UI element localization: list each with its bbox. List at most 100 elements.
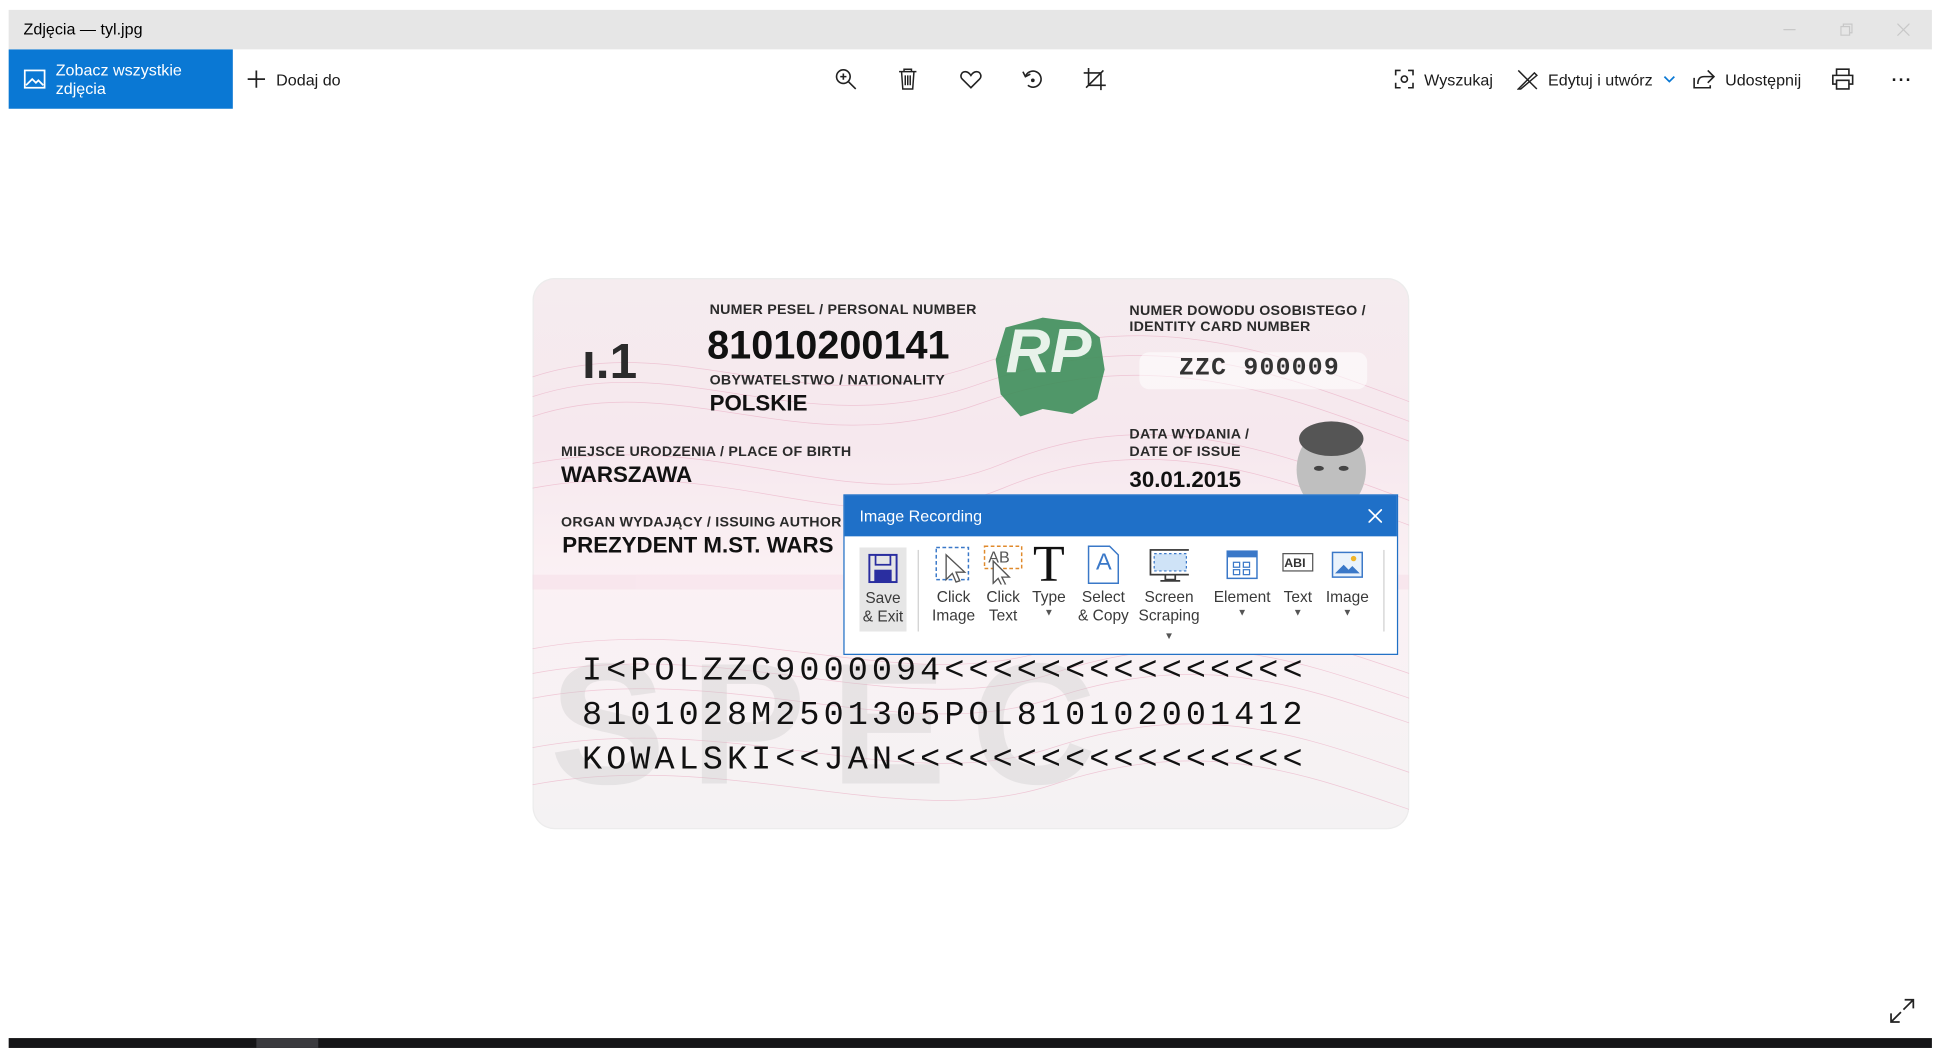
close-icon — [1897, 23, 1910, 36]
title-bar: Zdjęcia — tyl.jpg — [8, 9, 1932, 50]
mrz-line-3: KOWALSKI<<JAN<<<<<<<<<<<<<<<<< — [582, 742, 1307, 780]
dialog-header: Image Recording — [844, 495, 1397, 537]
see-all-photos-label: Zobacz wszystkie zdjęcia — [55, 60, 182, 98]
click-text-button[interactable]: AB Click Text — [978, 545, 1028, 625]
image-icon — [1328, 545, 1368, 585]
text-button[interactable]: ABI Text ▼ — [1278, 545, 1318, 618]
issue-label-1: DATA WYDANIA / — [1129, 427, 1250, 443]
image-dropdown-icon: ▼ — [1342, 606, 1353, 618]
more-options-button[interactable]: ··· — [1887, 64, 1917, 94]
search-button[interactable]: Wyszukaj — [1394, 49, 1493, 108]
chevron-down-icon — [1663, 75, 1675, 83]
image-button[interactable]: Image ▼ — [1323, 545, 1373, 618]
pesel-label: NUMER PESEL / PERSONAL NUMBER — [709, 302, 977, 318]
add-to-button[interactable]: Dodaj do — [246, 49, 341, 108]
image-recording-dialog: Image Recording Save & Exit Click Image … — [843, 494, 1399, 655]
mrz-line-2: 8101028M2501305POL810102001412 — [582, 698, 1307, 736]
delete-button[interactable] — [893, 64, 923, 94]
edit-icon — [1517, 69, 1538, 90]
type-button[interactable]: T Type ▼ — [1028, 536, 1070, 618]
minimize-icon — [1783, 29, 1796, 31]
card-can-fragment: ı.1 — [582, 334, 638, 390]
screen-scraping-icon — [1149, 545, 1189, 585]
idno-value: ZZC 900009 — [1178, 354, 1340, 384]
nationality-value: POLSKIE — [709, 390, 808, 416]
share-label: Udostępnij — [1725, 69, 1802, 89]
window-title: Zdjęcia — tyl.jpg — [23, 19, 143, 39]
type-label: Type — [1032, 588, 1066, 606]
plus-icon — [246, 69, 266, 89]
click-image-button[interactable]: Click Image — [929, 545, 979, 625]
favorite-button[interactable] — [956, 64, 986, 94]
issue-value: 30.01.2015 — [1129, 467, 1241, 492]
toolbar: Zobacz wszystkie zdjęcia Dodaj do Wyszuk… — [8, 49, 1932, 109]
select-copy-button[interactable]: A Select & Copy — [1075, 545, 1132, 625]
click-image-label-2: Image — [932, 606, 976, 625]
full-screen-button[interactable] — [1887, 996, 1917, 1026]
taskbar-item[interactable] — [256, 1038, 319, 1048]
photo-icon — [23, 69, 46, 89]
save-exit-button[interactable]: Save & Exit — [859, 547, 907, 632]
minimize-button[interactable] — [1761, 10, 1818, 50]
click-text-label-2: Text — [988, 606, 1018, 625]
crop-icon — [1083, 67, 1106, 91]
crop-button[interactable] — [1080, 64, 1110, 94]
edit-create-label: Edytuj i utwórz — [1548, 69, 1653, 89]
zoom-button[interactable] — [831, 64, 861, 94]
rotate-icon — [1022, 70, 1042, 88]
restore-icon — [1840, 23, 1853, 36]
birth-value: WARSZAWA — [560, 462, 693, 487]
issue-label-2: DATE OF ISSUE — [1129, 444, 1241, 460]
see-all-photos-button[interactable]: Zobacz wszystkie zdjęcia — [8, 49, 233, 109]
save-label-1: Save — [865, 589, 901, 607]
floppy-disk-icon — [866, 551, 901, 586]
visual-search-icon — [1394, 69, 1414, 89]
click-text-icon: AB — [983, 545, 1023, 585]
add-to-label: Dodaj do — [276, 69, 341, 89]
pesel-value: 81010200141 — [707, 322, 950, 368]
idno-label-1: NUMER DOWODU OSOBISTEGO / — [1129, 304, 1366, 319]
text-dropdown-icon: ▼ — [1292, 606, 1303, 618]
edit-create-button[interactable]: Edytuj i utwórz — [1517, 49, 1675, 108]
type-dropdown-icon: ▼ — [1044, 606, 1054, 618]
element-icon — [1222, 545, 1262, 585]
nationality-label: OBYWATELSTWO / NATIONALITY — [709, 373, 945, 389]
birth-label: MIEJSCE URODZENIA / PLACE OF BIRTH — [560, 444, 852, 460]
rotate-button[interactable] — [1018, 64, 1048, 94]
image-label: Image — [1325, 588, 1369, 606]
element-dropdown-icon: ▼ — [1237, 606, 1248, 618]
mrz-line-1: I<POLZZC9000094<<<<<<<<<<<<<<< — [582, 653, 1307, 691]
dialog-close-button[interactable] — [1362, 503, 1387, 528]
screen-scraping-button[interactable]: Screen Scraping ▼ — [1134, 545, 1203, 644]
close-window-button[interactable] — [1875, 10, 1932, 50]
text-label: Text — [1283, 588, 1313, 606]
authority-label: ORGAN WYDAJĄCY / ISSUING AUTHOR — [560, 515, 842, 531]
element-button[interactable]: Element ▼ — [1211, 545, 1273, 618]
idno-label-2: IDENTITY CARD NUMBER — [1129, 320, 1311, 335]
dialog-title: Image Recording — [859, 506, 983, 526]
trash-icon — [899, 68, 917, 90]
close-icon — [1367, 508, 1382, 523]
screen: Zdjęcia — tyl.jpg Zobacz wszystkie zdjęc… — [0, 0, 1938, 1048]
screen-scraping-label-1: Screen — [1144, 588, 1194, 606]
zoom-in-icon — [835, 69, 857, 90]
share-button[interactable]: Udostępnij — [1693, 49, 1801, 108]
holder-photo — [1282, 414, 1381, 501]
select-copy-icon: A — [1084, 545, 1124, 585]
more-icon: ··· — [1891, 69, 1913, 89]
click-image-icon — [934, 545, 974, 585]
click-image-label-1: Click — [936, 588, 971, 606]
print-button[interactable] — [1828, 64, 1858, 94]
select-copy-label-1: Select — [1081, 588, 1125, 606]
share-icon — [1693, 69, 1716, 89]
restore-button[interactable] — [1818, 10, 1875, 50]
taskbar — [8, 1038, 1932, 1048]
printer-icon — [1832, 68, 1854, 90]
search-label: Wyszukaj — [1424, 69, 1493, 89]
dialog-separator — [917, 549, 919, 632]
type-icon: T — [1033, 536, 1065, 594]
screen-scraping-label-2: Scraping ▼ — [1138, 606, 1200, 642]
rp-logo: RP — [1005, 316, 1092, 386]
text-icon: ABI — [1278, 545, 1318, 585]
element-label: Element — [1213, 588, 1271, 606]
